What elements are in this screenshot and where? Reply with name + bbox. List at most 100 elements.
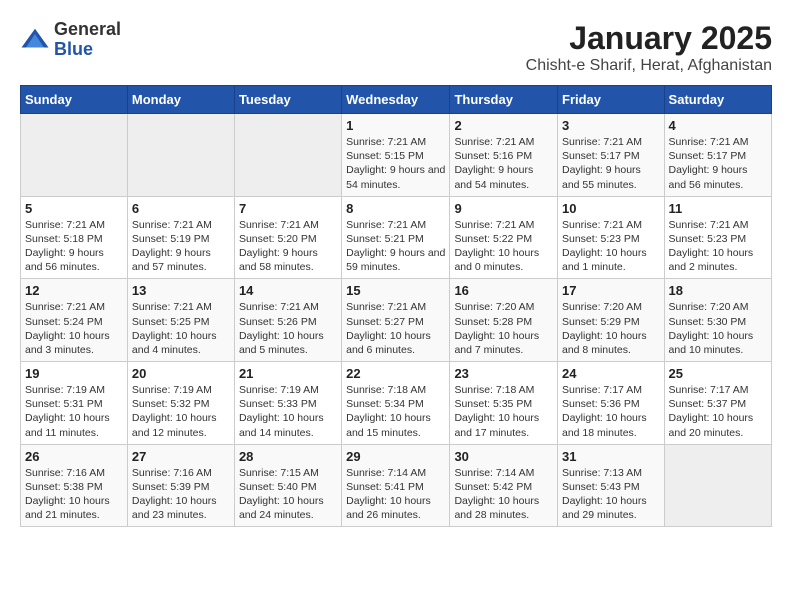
day-number: 10 (562, 201, 660, 216)
day-detail: Sunrise: 7:21 AMSunset: 5:17 PMDaylight:… (562, 136, 642, 191)
title-block: January 2025 Chisht-e Sharif, Herat, Afg… (526, 20, 772, 75)
day-number: 19 (25, 366, 123, 381)
day-number: 7 (239, 201, 337, 216)
day-detail: Sunrise: 7:20 AMSunset: 5:30 PMDaylight:… (669, 301, 754, 356)
calendar-cell: 4 Sunrise: 7:21 AMSunset: 5:17 PMDayligh… (664, 114, 771, 197)
calendar-cell: 20 Sunrise: 7:19 AMSunset: 5:32 PMDaylig… (127, 362, 234, 445)
header-tuesday: Tuesday (234, 86, 341, 114)
day-number: 16 (454, 283, 553, 298)
day-detail: Sunrise: 7:21 AMSunset: 5:16 PMDaylight:… (454, 136, 534, 191)
day-detail: Sunrise: 7:16 AMSunset: 5:38 PMDaylight:… (25, 467, 110, 522)
day-number: 17 (562, 283, 660, 298)
week-row-5: 26 Sunrise: 7:16 AMSunset: 5:38 PMDaylig… (21, 444, 772, 527)
day-detail: Sunrise: 7:14 AMSunset: 5:42 PMDaylight:… (454, 467, 539, 522)
day-number: 2 (454, 118, 553, 133)
header-saturday: Saturday (664, 86, 771, 114)
header-wednesday: Wednesday (342, 86, 450, 114)
calendar-cell: 31 Sunrise: 7:13 AMSunset: 5:43 PMDaylig… (558, 444, 665, 527)
day-number: 26 (25, 449, 123, 464)
day-number: 24 (562, 366, 660, 381)
logo-general: General (54, 20, 121, 40)
day-detail: Sunrise: 7:18 AMSunset: 5:35 PMDaylight:… (454, 384, 539, 439)
day-number: 18 (669, 283, 767, 298)
day-detail: Sunrise: 7:21 AMSunset: 5:21 PMDaylight:… (346, 219, 445, 274)
calendar-cell: 22 Sunrise: 7:18 AMSunset: 5:34 PMDaylig… (342, 362, 450, 445)
calendar-cell: 21 Sunrise: 7:19 AMSunset: 5:33 PMDaylig… (234, 362, 341, 445)
day-detail: Sunrise: 7:19 AMSunset: 5:32 PMDaylight:… (132, 384, 217, 439)
calendar-cell: 12 Sunrise: 7:21 AMSunset: 5:24 PMDaylig… (21, 279, 128, 362)
day-number: 31 (562, 449, 660, 464)
day-detail: Sunrise: 7:21 AMSunset: 5:23 PMDaylight:… (669, 219, 754, 274)
day-number: 11 (669, 201, 767, 216)
day-number: 28 (239, 449, 337, 464)
day-detail: Sunrise: 7:16 AMSunset: 5:39 PMDaylight:… (132, 467, 217, 522)
day-detail: Sunrise: 7:13 AMSunset: 5:43 PMDaylight:… (562, 467, 647, 522)
header-friday: Friday (558, 86, 665, 114)
week-row-2: 5 Sunrise: 7:21 AMSunset: 5:18 PMDayligh… (21, 196, 772, 279)
calendar-cell: 11 Sunrise: 7:21 AMSunset: 5:23 PMDaylig… (664, 196, 771, 279)
day-detail: Sunrise: 7:21 AMSunset: 5:15 PMDaylight:… (346, 136, 445, 191)
day-number: 6 (132, 201, 230, 216)
day-number: 1 (346, 118, 445, 133)
day-detail: Sunrise: 7:21 AMSunset: 5:24 PMDaylight:… (25, 301, 110, 356)
day-detail: Sunrise: 7:21 AMSunset: 5:25 PMDaylight:… (132, 301, 217, 356)
calendar-title: January 2025 (526, 20, 772, 57)
day-number: 21 (239, 366, 337, 381)
day-detail: Sunrise: 7:19 AMSunset: 5:31 PMDaylight:… (25, 384, 110, 439)
calendar-cell: 25 Sunrise: 7:17 AMSunset: 5:37 PMDaylig… (664, 362, 771, 445)
calendar-cell: 16 Sunrise: 7:20 AMSunset: 5:28 PMDaylig… (450, 279, 558, 362)
calendar-cell: 26 Sunrise: 7:16 AMSunset: 5:38 PMDaylig… (21, 444, 128, 527)
day-detail: Sunrise: 7:20 AMSunset: 5:28 PMDaylight:… (454, 301, 539, 356)
day-detail: Sunrise: 7:21 AMSunset: 5:26 PMDaylight:… (239, 301, 324, 356)
day-number: 3 (562, 118, 660, 133)
day-number: 13 (132, 283, 230, 298)
calendar-cell (21, 114, 128, 197)
calendar-cell: 15 Sunrise: 7:21 AMSunset: 5:27 PMDaylig… (342, 279, 450, 362)
calendar-cell: 9 Sunrise: 7:21 AMSunset: 5:22 PMDayligh… (450, 196, 558, 279)
day-detail: Sunrise: 7:17 AMSunset: 5:37 PMDaylight:… (669, 384, 754, 439)
day-detail: Sunrise: 7:21 AMSunset: 5:23 PMDaylight:… (562, 219, 647, 274)
calendar-cell (127, 114, 234, 197)
calendar-cell: 19 Sunrise: 7:19 AMSunset: 5:31 PMDaylig… (21, 362, 128, 445)
calendar-cell: 7 Sunrise: 7:21 AMSunset: 5:20 PMDayligh… (234, 196, 341, 279)
week-row-4: 19 Sunrise: 7:19 AMSunset: 5:31 PMDaylig… (21, 362, 772, 445)
header-monday: Monday (127, 86, 234, 114)
day-detail: Sunrise: 7:21 AMSunset: 5:20 PMDaylight:… (239, 219, 319, 274)
day-number: 4 (669, 118, 767, 133)
calendar-cell: 18 Sunrise: 7:20 AMSunset: 5:30 PMDaylig… (664, 279, 771, 362)
day-number: 5 (25, 201, 123, 216)
logo: General Blue (20, 20, 121, 60)
day-number: 12 (25, 283, 123, 298)
calendar-cell: 8 Sunrise: 7:21 AMSunset: 5:21 PMDayligh… (342, 196, 450, 279)
day-number: 15 (346, 283, 445, 298)
calendar-cell: 5 Sunrise: 7:21 AMSunset: 5:18 PMDayligh… (21, 196, 128, 279)
day-number: 20 (132, 366, 230, 381)
page-header: General Blue January 2025 Chisht-e Shari… (20, 20, 772, 75)
day-detail: Sunrise: 7:18 AMSunset: 5:34 PMDaylight:… (346, 384, 431, 439)
logo-blue: Blue (54, 40, 121, 60)
day-detail: Sunrise: 7:15 AMSunset: 5:40 PMDaylight:… (239, 467, 324, 522)
week-row-1: 1 Sunrise: 7:21 AMSunset: 5:15 PMDayligh… (21, 114, 772, 197)
header-sunday: Sunday (21, 86, 128, 114)
day-detail: Sunrise: 7:19 AMSunset: 5:33 PMDaylight:… (239, 384, 324, 439)
calendar-cell: 28 Sunrise: 7:15 AMSunset: 5:40 PMDaylig… (234, 444, 341, 527)
calendar-header-row: SundayMondayTuesdayWednesdayThursdayFrid… (21, 86, 772, 114)
calendar-cell: 24 Sunrise: 7:17 AMSunset: 5:36 PMDaylig… (558, 362, 665, 445)
calendar-cell (234, 114, 341, 197)
day-number: 29 (346, 449, 445, 464)
day-number: 27 (132, 449, 230, 464)
header-thursday: Thursday (450, 86, 558, 114)
day-number: 22 (346, 366, 445, 381)
calendar-cell: 23 Sunrise: 7:18 AMSunset: 5:35 PMDaylig… (450, 362, 558, 445)
logo-text: General Blue (54, 20, 121, 60)
day-detail: Sunrise: 7:21 AMSunset: 5:17 PMDaylight:… (669, 136, 749, 191)
day-number: 23 (454, 366, 553, 381)
week-row-3: 12 Sunrise: 7:21 AMSunset: 5:24 PMDaylig… (21, 279, 772, 362)
calendar-table: SundayMondayTuesdayWednesdayThursdayFrid… (20, 85, 772, 527)
day-detail: Sunrise: 7:20 AMSunset: 5:29 PMDaylight:… (562, 301, 647, 356)
day-number: 8 (346, 201, 445, 216)
calendar-subtitle: Chisht-e Sharif, Herat, Afghanistan (526, 57, 772, 75)
calendar-cell: 2 Sunrise: 7:21 AMSunset: 5:16 PMDayligh… (450, 114, 558, 197)
day-number: 25 (669, 366, 767, 381)
day-number: 30 (454, 449, 553, 464)
